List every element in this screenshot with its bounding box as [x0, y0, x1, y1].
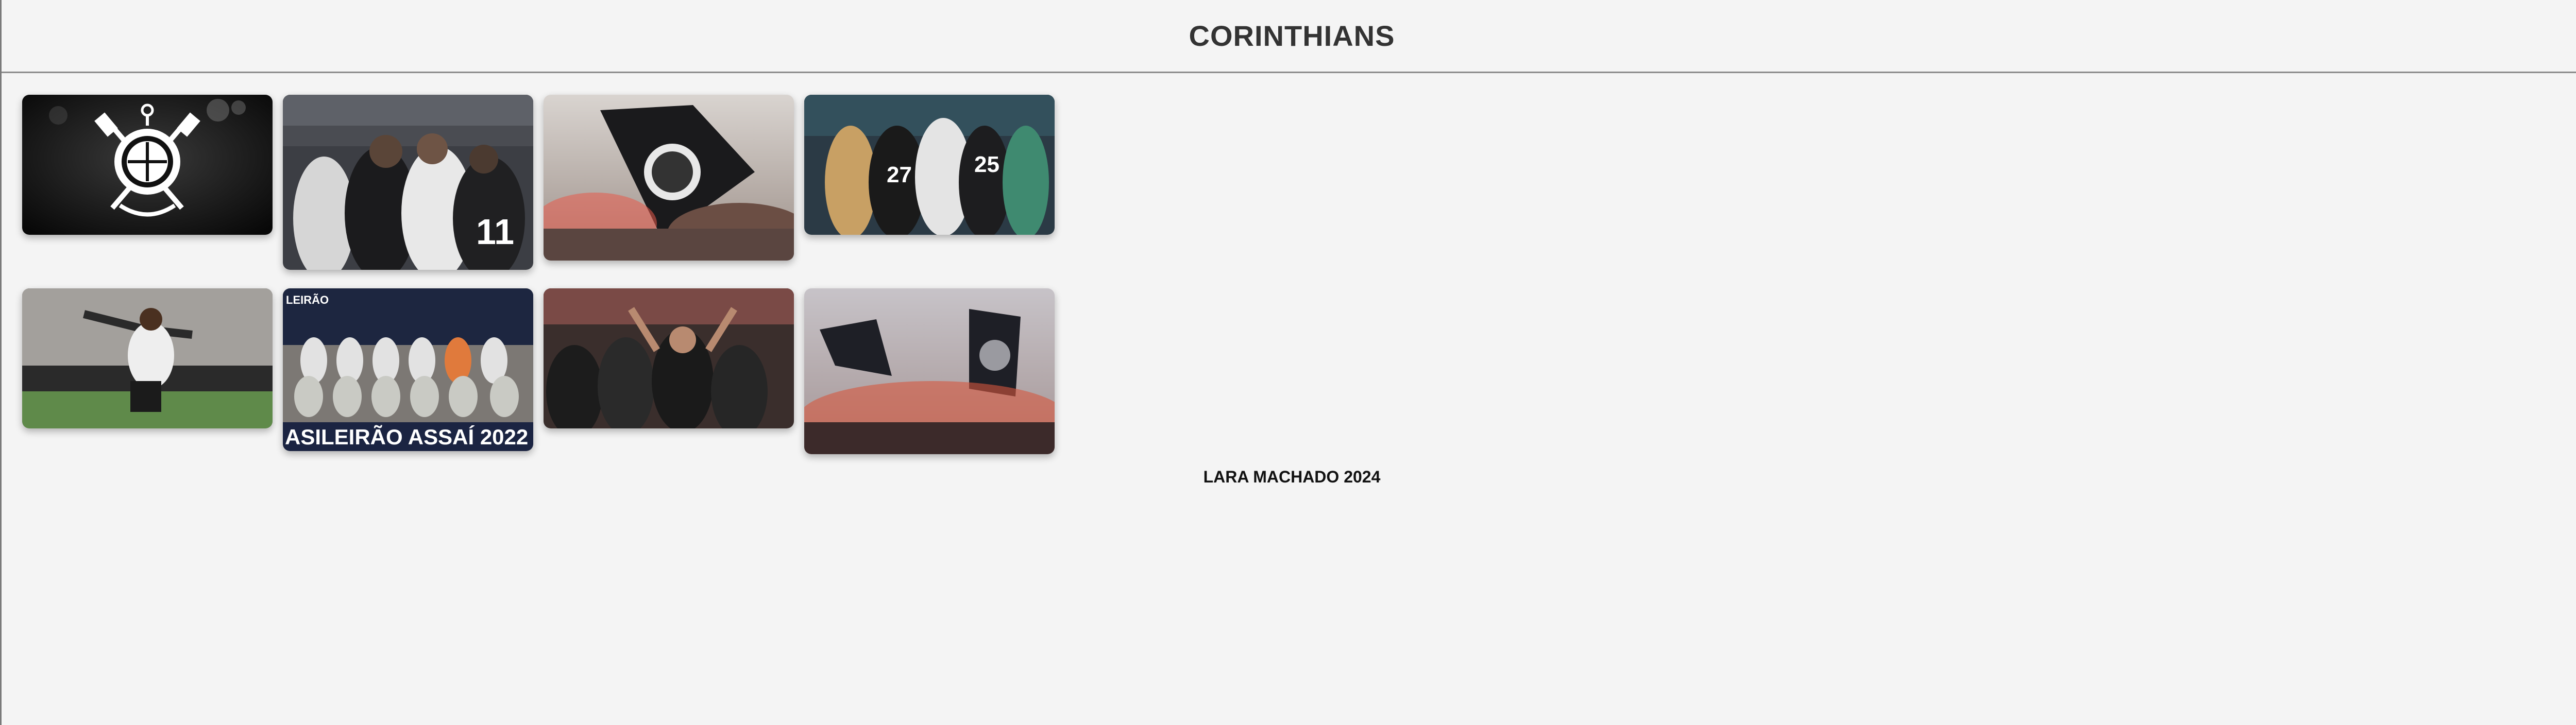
photo-card-supporters[interactable] — [544, 288, 794, 428]
crest-photo — [22, 95, 273, 235]
photo-card-crest[interactable] — [22, 95, 273, 235]
svg-text:25: 25 — [974, 152, 999, 177]
photo-card-huddle[interactable]: 27 25 — [804, 95, 1055, 235]
supporters-photo — [544, 288, 794, 428]
photo-banner-text: ASILEIRÃO ASSAÍ 2022 — [285, 425, 528, 449]
photo-card-team[interactable]: LEIRÃO ASILEIRÃO ASSAÍ 2022 — [283, 288, 533, 451]
photo-gallery: 11 27 25 LEIRÃO ASILEIRÃO ASSAÍ 2022 — [22, 95, 1058, 473]
svg-text:11: 11 — [476, 212, 514, 252]
footer-credit: LARA MACHADO 2024 — [1203, 468, 1381, 486]
flares-photo — [804, 288, 1055, 454]
photo-card-flag[interactable] — [544, 95, 794, 261]
photo-card-embrace[interactable]: 11 — [283, 95, 533, 270]
gallery-row: 11 27 25 — [22, 95, 1058, 270]
players-embrace-photo: 11 — [283, 95, 533, 270]
fans-flag-photo — [544, 95, 794, 261]
player-celebration-photo — [22, 288, 273, 428]
photo-card-celebration[interactable] — [22, 288, 273, 428]
photo-top-text: LEIRÃO — [286, 294, 329, 306]
svg-text:27: 27 — [887, 162, 912, 187]
team-photo: LEIRÃO ASILEIRÃO ASSAÍ 2022 — [283, 288, 533, 451]
page-title: CORINTHIANS — [1189, 20, 1395, 52]
page-header: CORINTHIANS — [2, 0, 2576, 73]
photo-card-flares[interactable] — [804, 288, 1055, 454]
team-huddle-photo: 27 25 — [804, 95, 1055, 235]
page: CORINTHIANS 11 27 25 LEIRÃO ASILEIRÃO AS… — [0, 0, 2576, 725]
gallery-row: LEIRÃO ASILEIRÃO ASSAÍ 2022 — [22, 288, 1058, 454]
